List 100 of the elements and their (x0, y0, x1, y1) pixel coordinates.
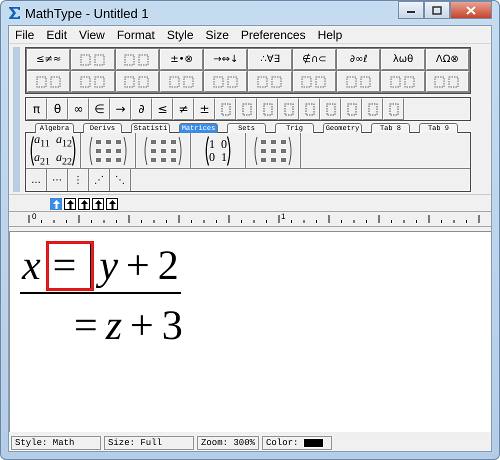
template-palette-button[interactable] (116, 71, 159, 92)
small-bar-button[interactable]: ≠ (173, 98, 194, 120)
small-bar-button[interactable] (236, 98, 257, 120)
template-icon (301, 76, 328, 88)
small-bar-button[interactable]: → (110, 98, 131, 120)
template-palette-button[interactable] (71, 71, 115, 92)
menu-item[interactable]: Edit (46, 28, 68, 42)
menu-item[interactable]: File (15, 28, 34, 42)
nudge-button[interactable] (78, 198, 90, 210)
small-bar-button[interactable] (320, 98, 341, 120)
small-bar-button[interactable] (278, 98, 299, 120)
nudge-button[interactable] (106, 198, 118, 210)
symbol-palette-button[interactable]: ∴∀∃ (248, 49, 292, 70)
matrix-entry: 0 (209, 150, 215, 164)
template-palette-button[interactable] (248, 71, 292, 92)
template-palette-button[interactable] (337, 71, 380, 92)
template-icon (262, 102, 272, 116)
template-palette-button[interactable] (381, 71, 425, 92)
template-icon (80, 76, 106, 88)
symbol-palette-button[interactable]: λωθ (381, 49, 425, 70)
template-icon (212, 76, 239, 88)
matrix-entry: 1 (209, 138, 215, 150)
symbol-palette-button[interactable]: ΛΩ⊗ (426, 49, 469, 70)
nudge-button[interactable] (92, 198, 104, 210)
menu-item[interactable]: Format (116, 28, 155, 42)
template-icon (346, 76, 372, 88)
template-palette-button[interactable] (204, 71, 248, 92)
symbol-palette-button[interactable]: ∉∩⊂ (292, 49, 336, 70)
menu-item[interactable]: Size (206, 28, 229, 42)
equation-symbol: x (22, 244, 41, 288)
close-button[interactable] (450, 1, 492, 19)
symbol-palette-button[interactable] (116, 49, 159, 70)
window-title: MathType - Untitled 1 (25, 6, 150, 20)
template-palette-button[interactable] (160, 71, 204, 92)
parenthesis-icon (227, 136, 232, 166)
matrix-entry: 0 (221, 138, 227, 150)
status-color-label: Color: (266, 438, 298, 448)
close-icon (466, 6, 476, 14)
template-icon (434, 76, 460, 88)
sigma-icon (8, 6, 21, 20)
equation-symbol: z (106, 304, 122, 348)
template-icon (346, 102, 356, 116)
menu-item[interactable]: Help (318, 28, 342, 42)
small-bar-button[interactable]: ∂ (131, 98, 152, 120)
template-icon (220, 102, 230, 116)
equation-symbol: 3 (162, 304, 183, 348)
ruler-label: 1 (281, 212, 286, 221)
small-bar-button[interactable] (215, 98, 236, 120)
maximize-icon (432, 6, 442, 14)
maximize-button[interactable] (424, 1, 450, 19)
small-bar-button[interactable]: ± (194, 98, 215, 120)
nudge-button[interactable] (64, 198, 76, 210)
template-icon (284, 102, 294, 116)
template-icon (242, 102, 252, 116)
template-icon (80, 54, 106, 66)
menu-item[interactable]: Style (166, 28, 194, 42)
menu-item[interactable]: Preferences (240, 28, 306, 42)
small-bar-button[interactable]: ∈ (89, 98, 110, 120)
symbol-palette-button[interactable]: ≤≠≈ (27, 49, 70, 70)
symbol-palette-button[interactable]: →⇔↓ (204, 49, 248, 70)
template-palette-button[interactable] (27, 71, 70, 92)
matrix-entry: 1 (221, 150, 227, 164)
template-icon (304, 102, 314, 116)
small-bar-button[interactable] (299, 98, 320, 120)
small-bar-button[interactable] (362, 98, 383, 120)
minimize-button[interactable] (398, 1, 424, 19)
template-icon (257, 76, 284, 88)
ruler-label: 0 (32, 212, 36, 221)
equation-editor[interactable]: x = y + 2 = z + 3 (9, 231, 491, 432)
symbol-palette-button[interactable]: ±•⊗ (160, 49, 204, 70)
template-icon (326, 102, 336, 116)
matrix-entry: a$_{21}$ (34, 150, 50, 168)
menu-item[interactable]: View (79, 28, 105, 42)
parenthesis-icon (204, 136, 209, 166)
matrix-entry: a$_{22}$ (56, 150, 72, 168)
toolbar-handle[interactable] (13, 47, 20, 192)
template-icon (124, 54, 150, 66)
equation-symbol: + (126, 244, 150, 288)
symbol-palette-button[interactable] (71, 49, 115, 70)
symbol-palette-button[interactable]: ∂∞ℓ (337, 49, 380, 70)
small-bar-button[interactable]: ∞ (68, 98, 89, 120)
equation-symbol: + (130, 304, 154, 348)
matrix-template-icon (143, 136, 183, 166)
small-bar-button[interactable] (341, 98, 362, 120)
template-palette-button[interactable] (292, 71, 336, 92)
matrix-entry: a$_{11}$ (34, 133, 50, 150)
template-icon (368, 102, 378, 116)
small-bar-button[interactable]: θ (47, 98, 68, 120)
status-size: Size: Full (104, 436, 194, 450)
small-bar-button[interactable] (383, 98, 404, 120)
parenthesis-icon (72, 136, 77, 166)
small-bar-button[interactable]: π (26, 98, 47, 120)
matrix-template-icon (253, 136, 293, 166)
template-icon (168, 76, 195, 88)
template-palette-button[interactable] (426, 71, 469, 92)
template-icon (36, 76, 62, 88)
equation-symbol: = (74, 304, 98, 348)
small-bar-button[interactable]: ≤ (152, 98, 173, 120)
small-bar-button[interactable] (257, 98, 278, 120)
template-icon (388, 102, 398, 116)
